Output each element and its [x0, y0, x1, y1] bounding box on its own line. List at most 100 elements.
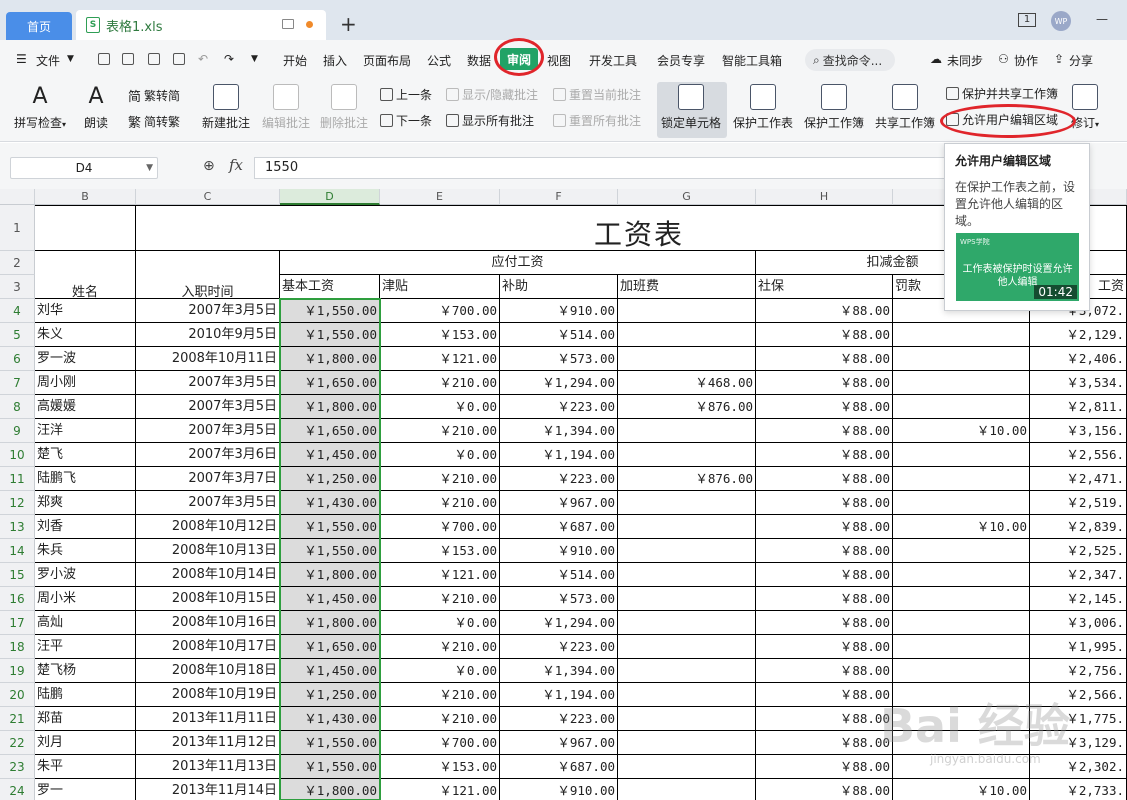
- cell-allowance[interactable]: ￥121.00: [380, 347, 500, 371]
- cell-subsidy[interactable]: ￥910.00: [500, 299, 618, 323]
- cell-allowance[interactable]: ￥700.00: [380, 299, 500, 323]
- cell-subsidy[interactable]: ￥1,194.00: [500, 683, 618, 707]
- cell-base[interactable]: ￥1,650.00: [280, 635, 380, 659]
- cell-overtime[interactable]: [618, 563, 756, 587]
- minimize-icon[interactable]: —: [1096, 12, 1108, 26]
- sync-status[interactable]: 未同步: [947, 52, 983, 69]
- cell-social[interactable]: ￥88.00: [756, 419, 893, 443]
- row-header-3[interactable]: 3: [0, 275, 35, 299]
- reset-all-comments-button[interactable]: 重置所有批注: [553, 112, 641, 129]
- cell-pay[interactable]: ￥3,156.: [1030, 419, 1127, 443]
- column-header-f[interactable]: F: [500, 189, 618, 205]
- cell-social[interactable]: ￥88.00: [756, 539, 893, 563]
- cell-name[interactable]: 朱义: [35, 323, 136, 347]
- protect-workbook-button[interactable]: 保护工作簿: [804, 84, 864, 131]
- menu-item-page-layout[interactable]: 页面布局: [363, 52, 411, 69]
- cell-pay[interactable]: ￥1,995.: [1030, 635, 1127, 659]
- cell-date[interactable]: 2007年3月5日: [136, 491, 280, 515]
- cell-name[interactable]: 陆鹏: [35, 683, 136, 707]
- cell-fine[interactable]: [893, 563, 1030, 587]
- quick-access-dropdown-icon[interactable]: ▼: [251, 54, 258, 64]
- cell-name[interactable]: 刘月: [35, 731, 136, 755]
- menu-item-member[interactable]: 会员专享: [657, 52, 705, 69]
- cell-subsidy[interactable]: ￥1,294.00: [500, 611, 618, 635]
- cell-date[interactable]: 2007年3月5日: [136, 395, 280, 419]
- cell-subsidy[interactable]: ￥1,194.00: [500, 443, 618, 467]
- cell-base[interactable]: ￥1,650.00: [280, 419, 380, 443]
- row-header-6[interactable]: 6: [0, 347, 35, 371]
- cell-date[interactable]: 2008年10月16日: [136, 611, 280, 635]
- row-header-11[interactable]: 11: [0, 467, 35, 491]
- cell-date[interactable]: 2007年3月5日: [136, 371, 280, 395]
- cell-subsidy[interactable]: ￥967.00: [500, 491, 618, 515]
- cell-pay[interactable]: ￥2,756.: [1030, 659, 1127, 683]
- cell-social[interactable]: ￥88.00: [756, 755, 893, 779]
- header-group-payable[interactable]: 应付工资: [280, 251, 756, 275]
- cell-base[interactable]: ￥1,550.00: [280, 323, 380, 347]
- cell-base[interactable]: ￥1,800.00: [280, 347, 380, 371]
- row-header-24[interactable]: 24: [0, 779, 35, 800]
- cell-fine[interactable]: [893, 491, 1030, 515]
- prev-comment-button[interactable]: 上一条: [380, 86, 432, 103]
- cell-subsidy[interactable]: ￥1,394.00: [500, 659, 618, 683]
- header-overtime[interactable]: 加班费: [618, 275, 756, 299]
- print-icon[interactable]: [148, 53, 160, 65]
- protect-sheet-button[interactable]: 保护工作表: [733, 84, 793, 131]
- cell-overtime[interactable]: ￥468.00: [618, 371, 756, 395]
- cell-social[interactable]: ￥88.00: [756, 323, 893, 347]
- export-pdf-icon[interactable]: [122, 53, 134, 65]
- column-header-b[interactable]: B: [35, 189, 136, 205]
- cell-social[interactable]: ￥88.00: [756, 707, 893, 731]
- tutorial-video-thumbnail[interactable]: WPS学院 工作表被保护时设置允许他人编辑 01:42: [956, 233, 1079, 301]
- cell-base[interactable]: ￥1,800.00: [280, 563, 380, 587]
- edit-comment-button[interactable]: 编辑批注: [262, 84, 310, 131]
- cell-subsidy[interactable]: ￥573.00: [500, 347, 618, 371]
- cell-fine[interactable]: [893, 347, 1030, 371]
- delete-comment-button[interactable]: 删除批注: [320, 84, 368, 131]
- new-tab-plus-icon[interactable]: +: [340, 12, 357, 36]
- cell-allowance[interactable]: ￥121.00: [380, 779, 500, 800]
- row-header-22[interactable]: 22: [0, 731, 35, 755]
- cell-base[interactable]: ￥1,650.00: [280, 371, 380, 395]
- trad-to-simp-button[interactable]: 简繁转简: [128, 86, 180, 105]
- collab-button[interactable]: 协作: [1014, 52, 1038, 69]
- cell-base[interactable]: ￥1,550.00: [280, 299, 380, 323]
- cell-allowance[interactable]: ￥153.00: [380, 755, 500, 779]
- cell-pay[interactable]: ￥2,145.: [1030, 587, 1127, 611]
- cell-name[interactable]: 汪洋: [35, 419, 136, 443]
- cell-pay[interactable]: ￥2,525.: [1030, 539, 1127, 563]
- cell-subsidy[interactable]: ￥223.00: [500, 467, 618, 491]
- cell-pay[interactable]: ￥2,811.: [1030, 395, 1127, 419]
- cell-fine[interactable]: [893, 539, 1030, 563]
- cell-overtime[interactable]: [618, 419, 756, 443]
- row-header-19[interactable]: 19: [0, 659, 35, 683]
- cell-date[interactable]: 2007年3月5日: [136, 419, 280, 443]
- column-header-e[interactable]: E: [380, 189, 500, 205]
- next-comment-button[interactable]: 下一条: [380, 112, 432, 129]
- row-header-18[interactable]: 18: [0, 635, 35, 659]
- cell-social[interactable]: ￥88.00: [756, 731, 893, 755]
- cell-pay[interactable]: ￥2,302.: [1030, 755, 1127, 779]
- cell-overtime[interactable]: ￥876.00: [618, 395, 756, 419]
- cell-subsidy[interactable]: ￥573.00: [500, 587, 618, 611]
- row-header-16[interactable]: 16: [0, 587, 35, 611]
- cell-overtime[interactable]: [618, 347, 756, 371]
- row-header-10[interactable]: 10: [0, 443, 35, 467]
- row-header-15[interactable]: 15: [0, 563, 35, 587]
- cell-pay[interactable]: ￥2,471.: [1030, 467, 1127, 491]
- cell-social[interactable]: ￥88.00: [756, 587, 893, 611]
- row-header-21[interactable]: 21: [0, 707, 35, 731]
- allow-edit-ranges-button[interactable]: 允许用户编辑区域: [946, 111, 1058, 128]
- cell-date[interactable]: 2007年3月7日: [136, 467, 280, 491]
- cell-allowance[interactable]: ￥153.00: [380, 539, 500, 563]
- menu-item-dev-tools[interactable]: 开发工具: [589, 52, 637, 69]
- cell-allowance[interactable]: ￥210.00: [380, 587, 500, 611]
- cell-subsidy[interactable]: ￥1,294.00: [500, 371, 618, 395]
- cell-fine[interactable]: [893, 659, 1030, 683]
- cell-social[interactable]: ￥88.00: [756, 395, 893, 419]
- header-subsidy[interactable]: 补助: [500, 275, 618, 299]
- cell-fine[interactable]: [893, 587, 1030, 611]
- undo-icon[interactable]: ↶: [198, 52, 208, 66]
- cell-name[interactable]: 陆鹏飞: [35, 467, 136, 491]
- cell-allowance[interactable]: ￥210.00: [380, 467, 500, 491]
